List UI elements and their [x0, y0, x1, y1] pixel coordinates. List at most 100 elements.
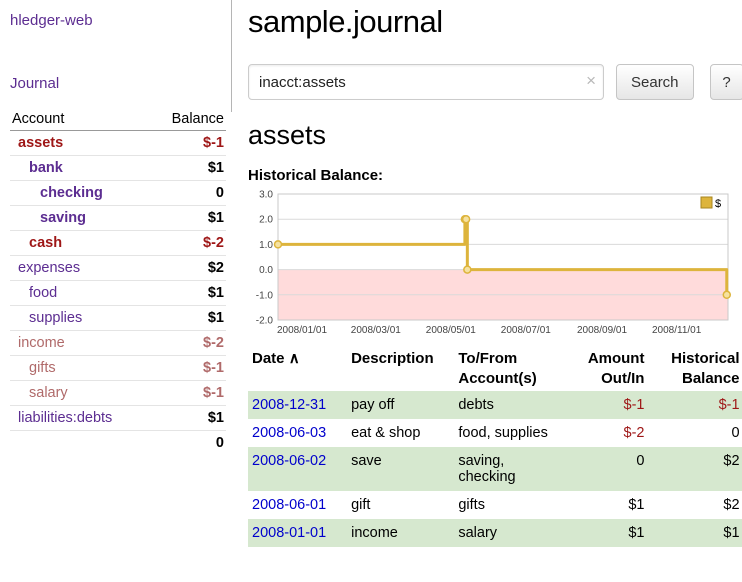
register-row: 2008-12-31 pay off debts $-1 $-1 — [248, 391, 742, 419]
transaction-accounts: debts — [454, 391, 566, 419]
transaction-balance: $2 — [648, 491, 742, 519]
search-form: × Search ? — [248, 64, 742, 100]
transaction-amount: $-1 — [567, 391, 649, 419]
account-row: gifts $-1 — [10, 356, 226, 381]
search-input[interactable] — [248, 64, 604, 100]
account-row: assets $-1 — [10, 131, 226, 156]
account-link-food[interactable]: food — [29, 285, 57, 301]
register-header-row: Date ∧ Description To/From Account(s) Am… — [248, 346, 742, 391]
account-link-bank[interactable]: bank — [29, 160, 63, 176]
balance-header-line2: Balance — [682, 370, 740, 387]
register-header-balance: Historical Balance — [648, 346, 742, 391]
account-row: checking 0 — [10, 181, 226, 206]
account-balance: $1 — [150, 306, 226, 331]
transaction-balance: $-1 — [648, 391, 742, 419]
date-header-label: Date — [252, 350, 285, 367]
transaction-date-link[interactable]: 2008-12-31 — [252, 397, 326, 413]
register-header-description: Description — [347, 346, 454, 391]
account-link-supplies[interactable]: supplies — [29, 310, 82, 326]
clear-search-icon[interactable]: × — [586, 71, 596, 91]
transaction-description: gift — [347, 491, 454, 519]
svg-text:0.0: 0.0 — [259, 265, 273, 276]
account-heading: assets — [248, 120, 742, 151]
account-balance: $2 — [150, 256, 226, 281]
transaction-accounts: salary — [454, 519, 566, 547]
accounts-total-row: 0 — [10, 431, 226, 456]
account-balance: $-1 — [150, 356, 226, 381]
sidebar-divider — [231, 0, 232, 112]
svg-text:3.0: 3.0 — [259, 190, 273, 201]
account-link-cash[interactable]: cash — [29, 235, 62, 251]
transaction-accounts: food, supplies — [454, 419, 566, 447]
transaction-amount: $1 — [567, 491, 649, 519]
main-content: sample.journal × Search ? assets Histori… — [232, 0, 742, 582]
svg-text:2008/09/01: 2008/09/01 — [577, 325, 627, 336]
account-row: cash $-2 — [10, 231, 226, 256]
accounts-balance-table: Account Balance assets $-1 bank $1 check… — [10, 108, 226, 455]
chart-title: Historical Balance: — [248, 167, 742, 184]
account-row: expenses $2 — [10, 256, 226, 281]
transaction-date-link[interactable]: 2008-06-03 — [252, 425, 326, 441]
hledger-web-app: hledger-web Journal Account Balance asse… — [0, 0, 742, 582]
account-row: food $1 — [10, 281, 226, 306]
transaction-balance: $1 — [648, 519, 742, 547]
register-row: 2008-01-01 income salary $1 $1 — [248, 519, 742, 547]
account-balance: $1 — [150, 406, 226, 431]
svg-text:2008/07/01: 2008/07/01 — [501, 325, 551, 336]
transaction-amount: 0 — [567, 447, 649, 491]
sort-ascending-icon: ∧ — [289, 350, 300, 367]
search-button[interactable]: Search — [616, 64, 694, 100]
transaction-description: income — [347, 519, 454, 547]
account-balance: $-2 — [150, 231, 226, 256]
account-balance: 0 — [150, 181, 226, 206]
transaction-date-link[interactable]: 2008-06-01 — [252, 497, 326, 513]
account-row: income $-2 — [10, 331, 226, 356]
account-row: bank $1 — [10, 156, 226, 181]
accounts-header-balance: Balance — [150, 108, 226, 131]
account-link-income[interactable]: income — [18, 335, 65, 351]
account-balance: $1 — [150, 156, 226, 181]
register-header-date[interactable]: Date ∧ — [248, 346, 347, 391]
account-link-assets[interactable]: assets — [18, 135, 63, 151]
sidebar-item-journal[interactable]: Journal — [10, 75, 226, 92]
svg-text:1.0: 1.0 — [259, 240, 273, 251]
accounts-header-line2: Account(s) — [458, 370, 536, 387]
accounts-header-line1: To/From — [458, 350, 517, 367]
account-row: liabilities:debts $1 — [10, 406, 226, 431]
register-row: 2008-06-02 save saving, checking 0 $2 — [248, 447, 742, 491]
svg-text:2008/05/01: 2008/05/01 — [426, 325, 476, 336]
transaction-amount: $-2 — [567, 419, 649, 447]
account-balance: $1 — [150, 206, 226, 231]
account-link-liabilities-debts[interactable]: liabilities:debts — [18, 410, 112, 426]
register-row: 2008-06-03 eat & shop food, supplies $-2… — [248, 419, 742, 447]
account-link-salary[interactable]: salary — [29, 385, 68, 401]
svg-text:$: $ — [715, 198, 721, 210]
account-row: saving $1 — [10, 206, 226, 231]
app-title-link[interactable]: hledger-web — [10, 12, 226, 29]
help-button[interactable]: ? — [710, 64, 742, 100]
accounts-total-balance: 0 — [150, 431, 226, 456]
account-link-expenses[interactable]: expenses — [18, 260, 80, 276]
svg-text:2.0: 2.0 — [259, 215, 273, 226]
account-link-checking[interactable]: checking — [40, 185, 103, 201]
transaction-date-link[interactable]: 2008-01-01 — [252, 525, 326, 541]
transaction-accounts: saving, checking — [454, 447, 566, 491]
sidebar: hledger-web Journal Account Balance asse… — [0, 0, 232, 582]
svg-text:-2.0: -2.0 — [256, 316, 274, 327]
account-row: supplies $1 — [10, 306, 226, 331]
svg-text:2008/03/01: 2008/03/01 — [351, 325, 401, 336]
transaction-description: eat & shop — [347, 419, 454, 447]
register-table: Date ∧ Description To/From Account(s) Am… — [248, 346, 742, 547]
account-balance: $1 — [150, 281, 226, 306]
svg-text:2008/11/01: 2008/11/01 — [652, 325, 702, 336]
transaction-date-link[interactable]: 2008-06-02 — [252, 453, 326, 469]
search-input-wrap: × — [248, 64, 604, 100]
description-header-label: Description — [351, 350, 434, 367]
account-balance: $-1 — [150, 131, 226, 156]
account-link-gifts[interactable]: gifts — [29, 360, 56, 376]
page-title: sample.journal — [248, 4, 742, 40]
amount-header-line1: Amount — [588, 350, 645, 367]
account-link-saving[interactable]: saving — [40, 210, 86, 226]
account-balance: $-1 — [150, 381, 226, 406]
transaction-accounts: gifts — [454, 491, 566, 519]
